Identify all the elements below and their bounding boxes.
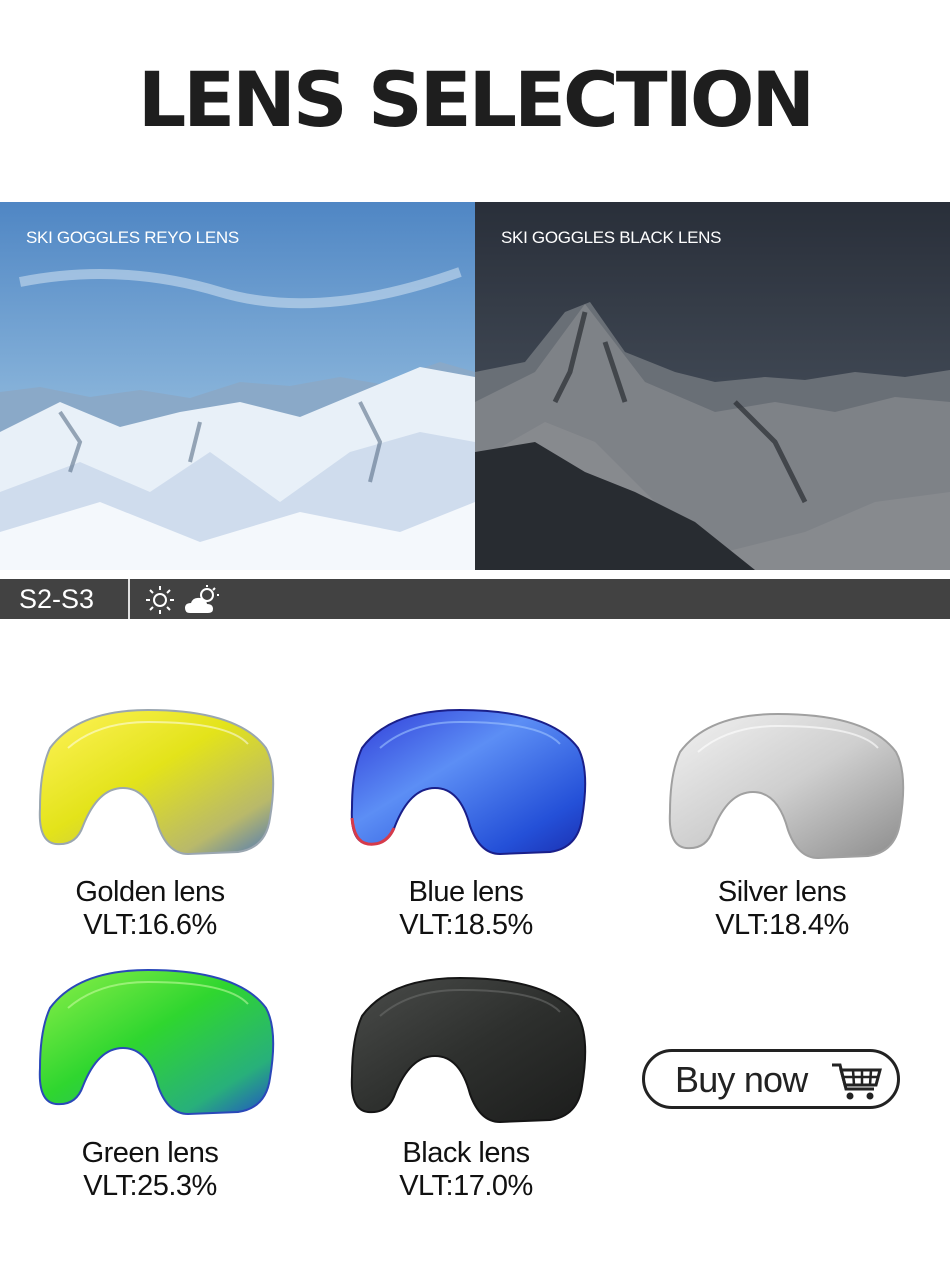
lens-category: S2-S3 — [19, 584, 95, 614]
blue-lens-caption: Blue lens VLT:18.5% — [316, 876, 616, 942]
category-band: S2-S3 — [0, 579, 950, 619]
green-lens-image — [38, 968, 278, 1128]
lens-name: Golden lens — [75, 876, 225, 908]
golden-lens-caption: Golden lens VLT:16.6% — [0, 876, 300, 942]
shopping-cart-icon — [830, 1061, 882, 1106]
blue-lens-image — [350, 708, 590, 868]
black-lens-caption: Black lens VLT:17.0% — [316, 1137, 616, 1203]
black-lens-label: SKI GOGGLES BLACK LENS — [501, 228, 722, 247]
lens-vlt: VLT:16.6% — [83, 909, 217, 941]
lens-vlt: VLT:25.3% — [83, 1170, 217, 1202]
buy-now-label: Buy now — [675, 1059, 808, 1100]
reyo-lens-photo: SKI GOGGLES REYO LENS — [0, 202, 475, 570]
silver-lens-image — [668, 712, 908, 872]
lens-name: Green lens — [81, 1137, 219, 1169]
black-lens-photo: SKI GOGGLES BLACK LENS — [475, 202, 950, 570]
golden-lens-image — [38, 708, 278, 868]
black-lens-image — [350, 976, 590, 1136]
weather-icons — [143, 583, 223, 620]
lens-name: Blue lens — [408, 876, 524, 908]
green-lens-caption: Green lens VLT:25.3% — [0, 1137, 300, 1203]
partly-cloudy-icon — [185, 585, 219, 613]
lens-name: Black lens — [402, 1137, 530, 1169]
lens-vlt: VLT:18.5% — [399, 909, 533, 941]
band-divider — [128, 579, 130, 619]
reyo-lens-label: SKI GOGGLES REYO LENS — [26, 228, 239, 247]
lens-name: Silver lens — [717, 876, 847, 908]
silver-lens-caption: Silver lens VLT:18.4% — [632, 876, 932, 942]
lens-vlt: VLT:18.4% — [715, 909, 849, 941]
page-title: LENS SELECTION — [137, 55, 815, 144]
sun-icon — [146, 586, 174, 614]
buy-now-button[interactable]: Buy now — [642, 1049, 900, 1109]
lens-vlt: VLT:17.0% — [399, 1170, 533, 1202]
